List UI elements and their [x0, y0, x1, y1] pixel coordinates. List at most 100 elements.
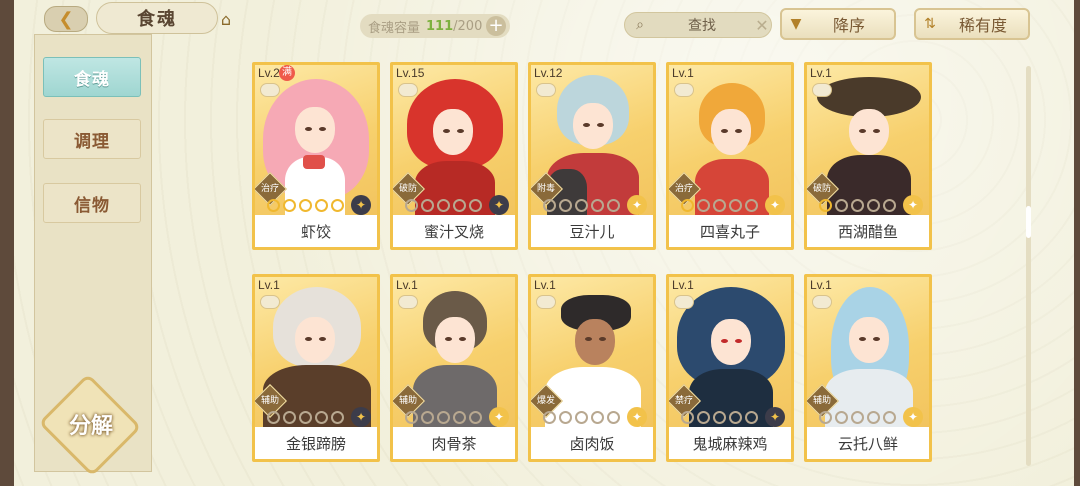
tab-food-souls[interactable]: 食魂 — [43, 57, 141, 97]
star-rating — [543, 411, 620, 425]
back-button[interactable]: ❮ — [44, 6, 88, 32]
sauce-icon — [674, 83, 694, 97]
star-icon — [299, 199, 312, 212]
star-icon — [405, 411, 418, 424]
max-level-badge: 满 — [279, 65, 295, 81]
star-icon — [835, 411, 848, 424]
rarity-icon: ✦ — [351, 407, 371, 427]
star-rating — [405, 199, 482, 213]
page-title: 食魂 — [96, 2, 218, 34]
card-name: 西湖醋鱼 — [807, 215, 929, 247]
add-capacity-button[interactable]: + — [486, 16, 506, 36]
rarity-icon: ✦ — [351, 195, 371, 215]
capacity-indicator: 食魂容量 111 /200 + — [360, 14, 510, 38]
star-icon — [819, 411, 832, 424]
close-icon[interactable]: ✕ — [753, 16, 771, 35]
star-icon — [681, 199, 694, 212]
star-icon — [543, 411, 556, 424]
star-icon — [421, 411, 434, 424]
rarity-icon: ✦ — [765, 407, 785, 427]
scrollbar-thumb[interactable] — [1026, 206, 1031, 238]
food-soul-card[interactable]: Lv.1 治疗 ✦ 四喜丸子 — [666, 62, 794, 250]
level-label: Lv.1 — [672, 278, 694, 292]
star-icon — [607, 411, 620, 424]
rarity-icon: ✦ — [489, 407, 509, 427]
star-icon — [575, 411, 588, 424]
level-label: Lv.1 — [810, 66, 832, 80]
food-soul-card[interactable]: Lv.1 辅助 ✦ 云托八鲜 — [804, 274, 932, 462]
star-icon — [575, 199, 588, 212]
star-icon — [437, 199, 450, 212]
star-icon — [469, 411, 482, 424]
food-soul-card[interactable]: Lv.1 禁疗 ✦ 鬼城麻辣鸡 — [666, 274, 794, 462]
star-icon — [867, 411, 880, 424]
star-icon — [437, 411, 450, 424]
star-icon — [421, 199, 434, 212]
star-rating — [405, 411, 482, 425]
star-icon — [883, 199, 896, 212]
card-name: 金银蹄膀 — [255, 427, 377, 459]
scrollbar-track[interactable] — [1026, 66, 1031, 466]
food-soul-card[interactable]: Lv.1 破防 ✦ 西湖醋鱼 — [804, 62, 932, 250]
star-icon — [745, 199, 758, 212]
search-input[interactable]: ⌕ 查找 ✕ — [624, 12, 772, 38]
star-rating — [681, 411, 758, 425]
star-icon — [713, 411, 726, 424]
star-icon — [819, 199, 832, 212]
rarity-icon: ✦ — [903, 195, 923, 215]
star-icon — [469, 199, 482, 212]
star-icon — [453, 199, 466, 212]
card-name: 蜜汁叉烧 — [393, 215, 515, 247]
card-name: 豆汁儿 — [531, 215, 653, 247]
star-icon — [729, 411, 742, 424]
food-soul-card[interactable]: Lv.20 满 治疗 ✦ 虾饺 — [252, 62, 380, 250]
food-soul-card[interactable]: Lv.1 辅助 ✦ 肉骨茶 — [390, 274, 518, 462]
star-rating — [267, 199, 344, 213]
star-icon — [851, 411, 864, 424]
tab-tokens[interactable]: 信物 — [43, 183, 141, 223]
star-icon — [405, 199, 418, 212]
star-icon — [559, 199, 572, 212]
sauce-icon — [398, 83, 418, 97]
home-icon[interactable]: ⌂ — [214, 8, 238, 30]
level-label: Lv.1 — [810, 278, 832, 292]
capacity-label: 食魂容量 — [368, 20, 421, 36]
search-icon: ⌕ — [636, 17, 644, 33]
sort-rarity-label: 稀有度 — [958, 16, 1007, 35]
sauce-icon — [812, 83, 832, 97]
sauce-icon — [398, 295, 418, 309]
star-icon — [283, 199, 296, 212]
star-icon — [315, 199, 328, 212]
sort-rarity-icon: ⇅ — [924, 16, 936, 32]
food-soul-card[interactable]: Lv.12 附毒 ✦ 豆汁儿 — [528, 62, 656, 250]
star-rating — [819, 411, 896, 425]
food-soul-card[interactable]: Lv.1 辅助 ✦ 金银蹄膀 — [252, 274, 380, 462]
decompose-button[interactable]: 分解 — [46, 404, 136, 444]
star-icon — [453, 411, 466, 424]
star-icon — [331, 411, 344, 424]
star-icon — [729, 199, 742, 212]
rarity-icon: ✦ — [489, 195, 509, 215]
star-icon — [299, 411, 312, 424]
star-icon — [591, 411, 604, 424]
card-name: 肉骨茶 — [393, 427, 515, 459]
level-label: Lv.1 — [258, 278, 280, 292]
star-icon — [713, 199, 726, 212]
back-arrow-icon: ❮ — [58, 8, 74, 30]
star-icon — [591, 199, 604, 212]
star-icon — [267, 199, 280, 212]
star-icon — [835, 199, 848, 212]
star-icon — [267, 411, 280, 424]
star-rating — [681, 199, 758, 213]
star-icon — [283, 411, 296, 424]
star-rating — [543, 199, 620, 213]
sort-order-button[interactable]: ▼ 降序 — [780, 8, 896, 40]
star-icon — [745, 411, 758, 424]
star-rating — [267, 411, 344, 425]
food-soul-card[interactable]: Lv.1 爆发 ✦ 卤肉饭 — [528, 274, 656, 462]
food-soul-card[interactable]: Lv.15 破防 ✦ 蜜汁叉烧 — [390, 62, 518, 250]
tab-conditioning[interactable]: 调理 — [43, 119, 141, 159]
sort-rarity-button[interactable]: ⇅ 稀有度 — [914, 8, 1030, 40]
sauce-icon — [260, 295, 280, 309]
sauce-icon — [536, 295, 556, 309]
